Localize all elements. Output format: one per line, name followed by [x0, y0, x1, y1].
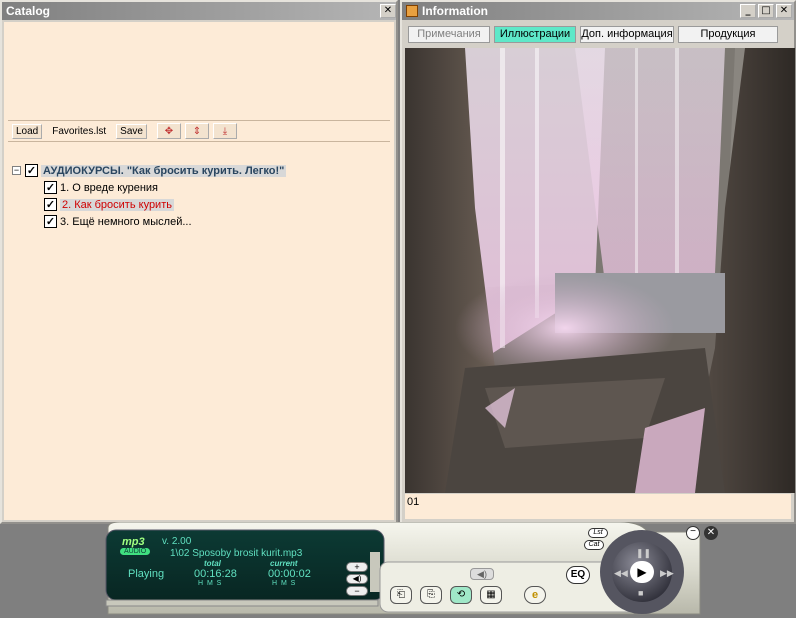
- information-window: Information _ □ ✕ Примечания Иллюстрации…: [400, 0, 796, 524]
- list-item-label-selected: 2. Как бросить курить: [60, 198, 174, 211]
- waterfall-illustration: [405, 48, 795, 493]
- tab-illustrations[interactable]: Иллюстрации: [494, 26, 576, 43]
- next-track-icon[interactable]: ⎘: [420, 586, 442, 604]
- list-item[interactable]: ✓ 1. О вреде курения: [12, 179, 286, 196]
- information-titlebar[interactable]: Information _ □ ✕: [402, 2, 794, 20]
- forward-icon[interactable]: ▶▶: [660, 568, 674, 579]
- tree-root[interactable]: − ✓ АУДИОКУРСЫ. "Как бросить курить. Лег…: [12, 162, 287, 179]
- checkbox[interactable]: ✓: [44, 181, 57, 194]
- current-hms: H M S: [272, 580, 296, 587]
- total-time: 00:16:28: [194, 568, 237, 580]
- window-icon: [406, 5, 418, 17]
- volume-up-icon[interactable]: +: [346, 562, 368, 572]
- cat-button[interactable]: Cat: [584, 540, 604, 550]
- list-item-label: 3. Ещё немного мыслей...: [60, 215, 192, 228]
- maximize-icon[interactable]: □: [758, 4, 774, 18]
- tab-extra-info[interactable]: Доп. информация: [580, 26, 674, 43]
- repeat-icon[interactable]: ⟲: [450, 586, 472, 604]
- catalog-content: Load Favorites.lst Save ✥ ⇕ ⤓ − ✓ АУДИОК…: [4, 22, 394, 520]
- catalog-toolbar: Load Favorites.lst Save ✥ ⇕ ⤓: [8, 120, 390, 142]
- playlist-filename: Favorites.lst: [52, 125, 107, 137]
- total-hms: H M S: [198, 580, 222, 587]
- minimize-icon[interactable]: −: [686, 526, 700, 540]
- mp3-logo: mp3: [122, 536, 145, 548]
- version-text: v. 2.00: [162, 536, 192, 547]
- save-button[interactable]: Save: [116, 123, 147, 139]
- volume-down-icon[interactable]: −: [346, 586, 368, 596]
- volume-icon[interactable]: ◀): [346, 574, 368, 584]
- playlist-icon[interactable]: ▦: [480, 586, 502, 604]
- information-tabs: Примечания Иллюстрации Доп. информация П…: [406, 26, 790, 46]
- mp3-logo-sub: AUDIO: [120, 548, 151, 555]
- current-time: 00:00:02: [268, 568, 311, 580]
- rewind-icon[interactable]: ◀◀: [614, 568, 628, 579]
- minimize-icon[interactable]: _: [740, 4, 756, 18]
- track-name: 1\02 Sposoby brosit kurit.mp3: [170, 548, 303, 559]
- prev-track-icon[interactable]: ⎗: [390, 586, 412, 604]
- browser-icon[interactable]: e: [524, 586, 546, 604]
- play-button[interactable]: ▶: [630, 561, 654, 583]
- stop-icon[interactable]: ■: [638, 588, 643, 598]
- mute-icon[interactable]: ◀): [470, 568, 494, 580]
- tree-root-label: АУДИОКУРСЫ. "Как бросить курить. Легко!": [41, 164, 287, 177]
- waterfall-image: [405, 48, 795, 493]
- list-item-label: 1. О вреде курения: [60, 181, 158, 194]
- information-title: Information: [422, 4, 488, 18]
- move-up-down-icon[interactable]: ⇕: [184, 123, 209, 139]
- list-item[interactable]: ✓ 2. Как бросить курить: [12, 196, 286, 213]
- lst-button[interactable]: Lst: [588, 528, 608, 538]
- checkbox[interactable]: ✓: [25, 164, 38, 177]
- catalog-title: Catalog: [6, 4, 51, 18]
- eq-button[interactable]: EQ: [566, 566, 590, 584]
- total-label: total: [204, 559, 221, 568]
- collapse-icon[interactable]: ⤓: [212, 123, 237, 139]
- current-label: current: [270, 559, 298, 568]
- checkbox[interactable]: ✓: [44, 215, 57, 228]
- pause-icon[interactable]: ❚❚: [636, 548, 651, 559]
- catalog-tree: − ✓ АУДИОКУРСЫ. "Как бросить курить. Лег…: [12, 162, 287, 230]
- close-icon[interactable]: ✕: [380, 4, 396, 18]
- image-caption: 01: [405, 494, 791, 519]
- move-all-icon[interactable]: ✥: [156, 123, 181, 139]
- tab-notes[interactable]: Примечания: [408, 26, 490, 43]
- close-icon[interactable]: ✕: [776, 4, 792, 18]
- collapse-expander-icon[interactable]: −: [12, 166, 21, 175]
- close-icon[interactable]: ✕: [704, 526, 718, 540]
- load-button[interactable]: Load: [12, 123, 43, 139]
- checkbox[interactable]: ✓: [44, 198, 57, 211]
- playback-status: Playing: [128, 568, 165, 580]
- mp3-player: mp3 AUDIO v. 2.00 1\02 Sposoby brosit ku…: [100, 521, 730, 615]
- catalog-window: Catalog ✕ Load Favorites.lst Save ✥ ⇕ ⤓ …: [0, 0, 398, 524]
- list-item[interactable]: ✓ 3. Ещё немного мыслей...: [12, 213, 286, 230]
- tab-products[interactable]: Продукция: [678, 26, 778, 43]
- catalog-titlebar[interactable]: Catalog ✕: [2, 2, 396, 20]
